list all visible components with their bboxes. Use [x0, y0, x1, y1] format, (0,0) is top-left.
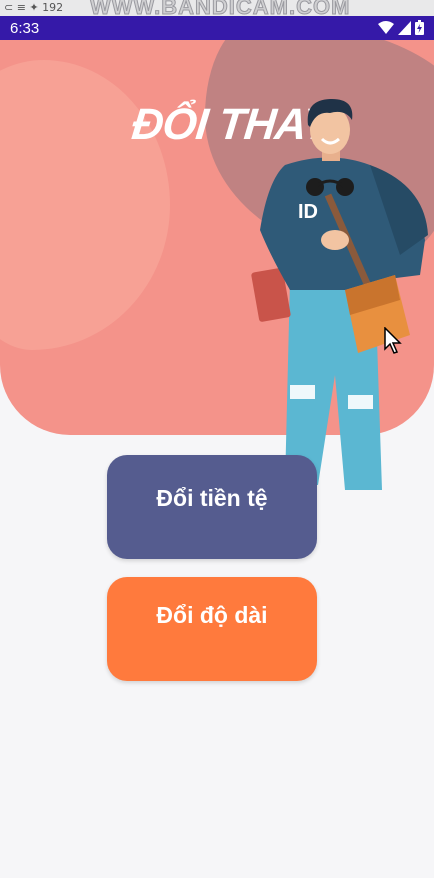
battery-icon — [415, 20, 424, 35]
currency-convert-label: Đổi tiền tệ — [156, 484, 268, 511]
status-time: 6:33 — [10, 20, 40, 37]
student-illustration: ID — [251, 98, 428, 490]
length-convert-button[interactable]: Đổi độ dài — [107, 577, 317, 681]
status-icons — [378, 20, 424, 35]
recorder-toolbar-text: ⊂ ≡ ✦ 192 — [4, 1, 64, 14]
svg-text:ID: ID — [298, 201, 318, 223]
recorder-watermark: WWW.BANDICAM.COM — [89, 0, 351, 16]
signal-icon — [398, 20, 411, 35]
length-convert-label: Đổi độ dài — [156, 601, 268, 628]
currency-convert-button[interactable]: Đổi tiền tệ — [107, 455, 317, 559]
mouse-cursor-icon — [384, 327, 402, 354]
status-bar: 6:33 — [0, 16, 434, 40]
wifi-icon — [378, 20, 394, 34]
recorder-toolbar: ⊂ ≡ ✦ 192 WWW.BANDICAM.COM — [0, 0, 434, 16]
